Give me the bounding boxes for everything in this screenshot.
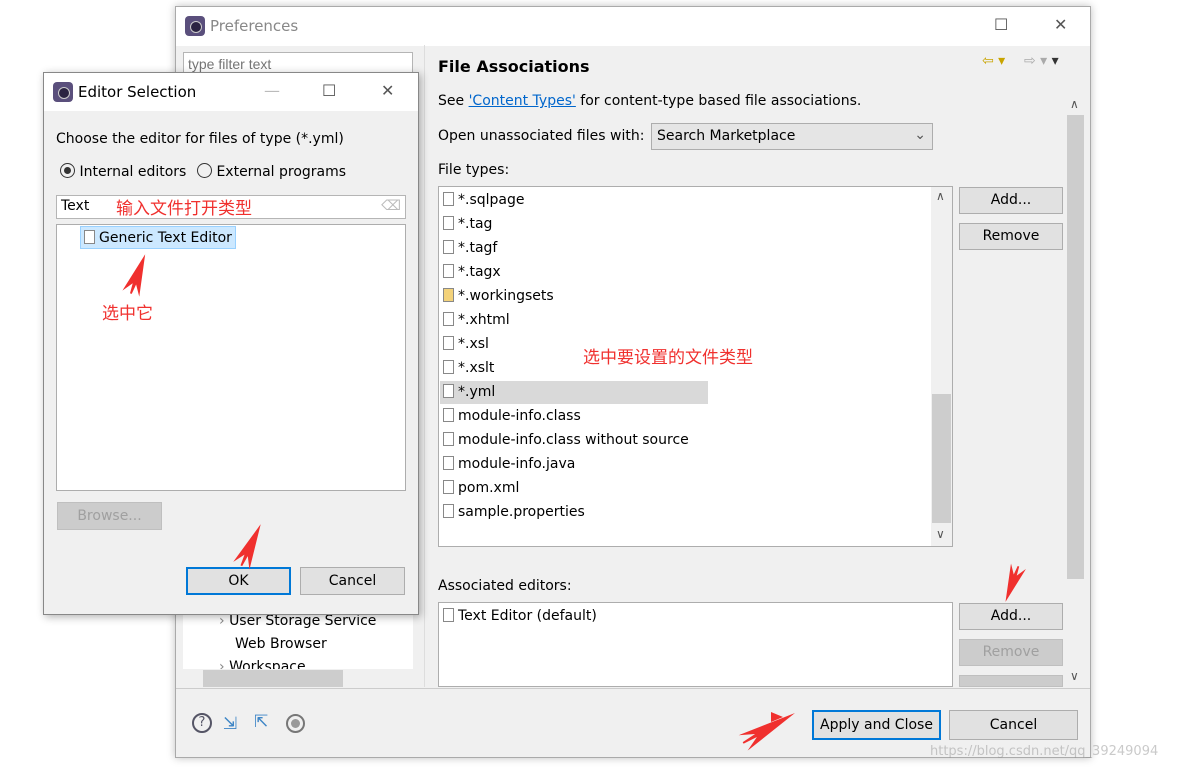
window-title: Preferences (210, 17, 299, 35)
class-file-icon (443, 432, 454, 446)
maven-file-icon (443, 480, 454, 494)
associated-editors-label: Associated editors: (438, 578, 572, 594)
file-type-item[interactable]: *.xsl (443, 333, 489, 356)
tree-item-workspace[interactable]: › Workspace (219, 656, 306, 669)
class-file-icon (443, 408, 454, 422)
add-editor-button[interactable]: Add... (959, 603, 1063, 630)
file-type-item[interactable]: sample.properties (443, 501, 585, 524)
import-icon[interactable]: ⇲ (223, 714, 237, 734)
nav-forward-icon[interactable]: ⇨ ▾ ▾ (1024, 53, 1059, 69)
file-type-item[interactable]: *.tagx (443, 261, 501, 284)
dialog-cancel-button[interactable]: Cancel (300, 567, 405, 595)
annotation-arrow (122, 251, 153, 297)
file-types-scrollbar[interactable]: ∧ ∨ (931, 187, 952, 546)
external-programs-radio[interactable]: External programs (197, 163, 346, 180)
nav-back-icon[interactable]: ⇦ ▾ (982, 53, 1005, 69)
annotation-select-it: 选中它 (102, 304, 153, 324)
see-content-types: See 'Content Types' for content-type bas… (438, 93, 862, 109)
file-icon (443, 312, 454, 326)
tree-hscrollbar[interactable] (183, 669, 413, 688)
help-icon[interactable]: ? (192, 713, 212, 733)
file-type-item[interactable]: pom.xml (443, 477, 519, 500)
maximize-button[interactable]: ☐ (322, 81, 336, 100)
file-type-item[interactable]: *.sqlpage (443, 189, 525, 212)
content-types-link[interactable]: 'Content Types' (469, 93, 576, 109)
file-icon (443, 240, 454, 254)
file-icon (443, 336, 454, 350)
file-icon (443, 264, 454, 278)
close-button[interactable]: ✕ (381, 81, 394, 100)
dialog-prompt: Choose the editor for files of type (*.y… (56, 131, 344, 147)
title-bar: Preferences ☐ ✕ (176, 7, 1090, 46)
dialog-title: Editor Selection (78, 83, 197, 101)
preference-tree: › User Storage Service Web Browser › Wor… (183, 607, 413, 669)
ok-button[interactable]: OK (186, 567, 291, 595)
internal-editors-radio[interactable]: Internal editors (60, 163, 186, 180)
annotation-mark (771, 712, 783, 722)
maximize-button[interactable]: ☐ (994, 15, 1008, 34)
dialog-title-bar: Editor Selection — ☐ ✕ (44, 73, 418, 111)
file-icon (443, 216, 454, 230)
eclipse-gear-icon (185, 16, 205, 36)
file-type-item[interactable]: module-info.java (443, 453, 575, 476)
file-type-item[interactable]: *.xslt (443, 357, 494, 380)
record-icon[interactable] (286, 714, 305, 733)
editor-selection-dialog: Editor Selection — ☐ ✕ Choose the editor… (43, 72, 419, 615)
tree-item-web-browser[interactable]: Web Browser (235, 633, 327, 656)
cancel-button[interactable]: Cancel (949, 710, 1078, 740)
folder-icon (443, 288, 454, 302)
file-type-item[interactable]: *.tag (443, 213, 492, 236)
file-types-list[interactable]: *.sqlpage *.tag *.tagf *.tagx *.workings… (438, 186, 953, 547)
export-icon[interactable]: ⇱ (254, 712, 268, 732)
file-type-item-selected[interactable]: *.yml (443, 381, 495, 404)
eclipse-gear-icon (53, 82, 73, 102)
java-file-icon (443, 456, 454, 470)
close-button[interactable]: ✕ (1054, 15, 1067, 34)
generic-editor-icon (84, 230, 95, 244)
default-editor-button[interactable] (959, 675, 1063, 687)
editor-item-generic-text[interactable]: Generic Text Editor (80, 226, 236, 249)
browse-button[interactable]: Browse... (57, 502, 162, 530)
open-unassoc-label: Open unassociated files with: (438, 128, 645, 144)
file-icon (443, 360, 454, 374)
apply-and-close-button[interactable]: Apply and Close (812, 710, 941, 740)
watermark: https://blog.csdn.net/qq_39249094 (930, 744, 1159, 759)
associated-editors-list[interactable]: Text Editor (default) (438, 602, 953, 687)
remove-file-type-button[interactable]: Remove (959, 223, 1063, 250)
file-type-item[interactable]: *.tagf (443, 237, 497, 260)
clear-icon[interactable]: ⌫ (381, 198, 401, 214)
remove-editor-button[interactable]: Remove (959, 639, 1063, 666)
add-file-type-button[interactable]: Add... (959, 187, 1063, 214)
editors-list[interactable]: Generic Text Editor 选中它 (56, 224, 406, 491)
file-type-item[interactable]: *.workingsets (443, 285, 554, 308)
properties-file-icon (443, 504, 454, 518)
file-types-label: File types: (438, 162, 510, 178)
text-file-icon (443, 608, 454, 622)
page-title: File Associations (438, 57, 590, 76)
minimize-button[interactable]: — (264, 81, 280, 100)
file-icon (443, 384, 454, 398)
editor-item[interactable]: Text Editor (default) (443, 605, 597, 628)
page-scrollbar[interactable]: ∧ ∨ (1066, 95, 1085, 687)
file-type-item[interactable]: *.xhtml (443, 309, 510, 332)
file-icon (443, 192, 454, 206)
file-type-item[interactable]: module-info.class (443, 405, 581, 428)
annotation-select-file-type: 选中要设置的文件类型 (583, 348, 753, 368)
annotation-input-hint: 输入文件打开类型 (116, 199, 252, 219)
open-unassoc-select[interactable]: Search Marketplace ⌄ (651, 123, 933, 150)
file-type-item[interactable]: module-info.class without source (443, 429, 689, 452)
